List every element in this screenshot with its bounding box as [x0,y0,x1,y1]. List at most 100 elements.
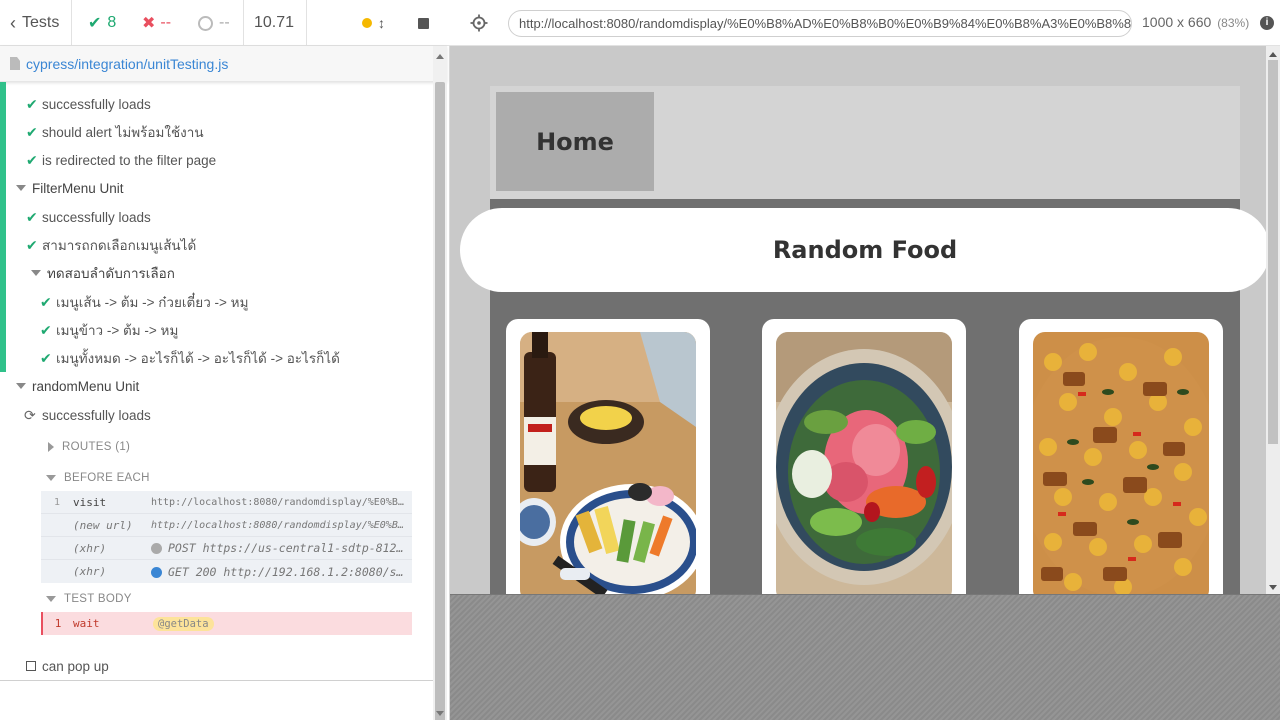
tests-button[interactable]: ‹ Tests [10,0,59,46]
command-row[interactable]: (xhr) POST https://us-central1-sdtp-8122… [41,537,412,560]
square-icon [26,661,36,671]
test-item[interactable]: ✔ should alert ไม่พร้อมใช้งาน [26,120,204,144]
test-item[interactable]: ✔ is redirected to the filter page [26,148,216,172]
circle-notch-icon [198,15,213,31]
aut-background [450,594,1280,720]
section-title: TEST BODY [64,593,132,605]
command-name: visit [73,495,107,509]
info-icon[interactable]: i [1260,16,1274,30]
check-icon: ✔ [26,236,38,253]
spec-path-link[interactable]: cypress/integration/unitTesting.js [26,56,228,72]
refresh-icon: ⟳ [24,406,36,423]
test-item[interactable]: ✔ เมนูเส้น -> ต้ม -> ก๋วยเตี๋ยว -> หมู [40,290,248,314]
file-icon [10,57,20,70]
command-row[interactable]: (xhr) GET 200 http://192.168.1.2:8080/so… [41,560,412,583]
pending-dot-icon [151,543,162,554]
success-dot-icon [151,566,162,578]
before-each-section-header[interactable]: BEFORE EACH [46,469,150,487]
passed-count[interactable]: ✔ 8 [88,0,116,46]
scroll-up-arrow-icon[interactable] [436,54,444,59]
command-number: 1 [54,617,62,630]
command-message: http://localhost:8080/randomdisplay/%E0%… [151,496,407,508]
arrows-vertical-icon: ↕ [378,15,385,31]
viewport-scale: (83%) [1217,16,1250,30]
command-row[interactable]: 1 visit http://localhost:8080/randomdisp… [41,491,412,514]
check-icon: ✔ [26,208,38,225]
check-icon: ✔ [40,349,52,366]
test-title: เมนูข้าว -> ต้ม -> หมู [56,323,179,338]
check-icon: ✔ [26,123,38,140]
check-icon: ✔ [40,293,52,310]
command-name: (new url) [73,518,133,532]
viewport-dimensions: 1000 x 660 [1142,14,1212,30]
divider [243,0,244,46]
command-row[interactable]: (new url) http://localhost:8080/randomdi… [41,514,412,537]
stop-button[interactable] [418,0,429,46]
suite-item[interactable]: ทดสอบลำดับการเลือก [31,261,175,285]
test-title: should alert ไม่พร้อมใช้งาน [42,125,204,140]
reporter-scrollbar[interactable] [433,46,447,720]
viewport-size: 1000 x 660 (83%) [1142,14,1249,30]
passed-value: 8 [107,14,117,31]
auto-scroll-toggle[interactable]: ↕ [362,0,385,46]
command-name: wait [73,617,100,630]
caret-down-icon [46,596,56,602]
test-item[interactable]: ✔ เมนูข้าว -> ต้ม -> หมู [40,318,178,342]
routes-section-header[interactable]: ROUTES (1) [48,438,130,456]
section-title: ROUTES (1) [62,441,131,453]
food-image [520,332,696,594]
chevron-left-icon: ‹ [10,12,16,33]
command-row-wait[interactable]: 1 wait @getData [41,612,412,635]
test-title: successfully loads [42,209,151,225]
caret-down-icon [16,185,26,191]
x-icon: ✖ [142,15,156,32]
caret-down-icon [16,383,26,389]
test-title: is redirected to the filter page [42,152,217,168]
selector-playground-button[interactable] [470,14,488,32]
caret-down-icon [31,270,41,276]
caret-down-icon [46,475,56,481]
caret-right-icon [48,442,54,452]
test-item-running[interactable]: ⟳ successfully loads [24,403,151,427]
reporter-stats-bar: ‹ Tests ✔ 8 ✖ -- -- 10.71 ↕ [0,0,450,46]
suite-title: randomMenu Unit [32,378,140,394]
test-item-pending[interactable]: can pop up [26,654,109,678]
test-body-section-header[interactable]: TEST BODY [46,590,132,608]
tests-label: Tests [22,14,60,31]
test-title: successfully loads [42,407,151,423]
aut-header: http://localhost:8080/randomdisplay/%E0%… [450,0,1280,46]
scroll-down-arrow-icon[interactable] [436,711,444,716]
scrollbar-thumb[interactable] [1268,60,1278,444]
pending-count[interactable]: -- [198,0,230,46]
food-image [776,332,952,594]
suite-item[interactable]: randomMenu Unit [16,374,139,398]
test-title: เมนูเส้น -> ต้ม -> ก๋วยเตี๋ยว -> หมู [56,295,249,310]
test-title: สามารถกดเลือกเมนูเส้นได้ [42,238,197,253]
duration: 10.71 [254,14,295,31]
test-title: เมนูทั้งหมด -> อะไรก็ได้ -> อะไรก็ได้ ->… [56,351,340,366]
command-message: GET 200 http://192.168.1.2:8080/so... [168,564,407,579]
food-card[interactable] [1019,319,1223,594]
test-item[interactable]: ✔ เมนูทั้งหมด -> อะไรก็ได้ -> อะไรก็ได้ … [40,346,340,370]
food-image [1033,332,1209,594]
test-item[interactable]: ✔ successfully loads [26,205,151,229]
spec-file-bar: cypress/integration/unitTesting.js [0,46,447,82]
url-field[interactable]: http://localhost:8080/randomdisplay/%E0%… [508,10,1132,37]
home-link[interactable]: Home [496,92,654,191]
food-card[interactable] [506,319,710,594]
scroll-up-arrow-icon[interactable] [1269,52,1277,57]
pending-value: -- [219,14,230,31]
test-title: successfully loads [42,96,151,112]
command-name: (xhr) [73,541,107,555]
aut-scrollbar[interactable] [1266,46,1280,594]
failed-count[interactable]: ✖ -- [142,0,171,46]
test-item[interactable]: ✔ successfully loads [26,92,151,116]
scroll-down-arrow-icon[interactable] [1269,585,1277,590]
scrollbar-thumb[interactable] [435,82,445,720]
failed-value: -- [160,14,172,31]
test-item[interactable]: ✔ สามารถกดเลือกเมนูเส้นได้ [26,233,196,257]
command-message: POST https://us-central1-sdtp-8122... [168,541,407,555]
suite-item[interactable]: FilterMenu Unit [16,176,124,200]
food-card[interactable] [762,319,966,594]
command-name: (xhr) [73,565,107,578]
